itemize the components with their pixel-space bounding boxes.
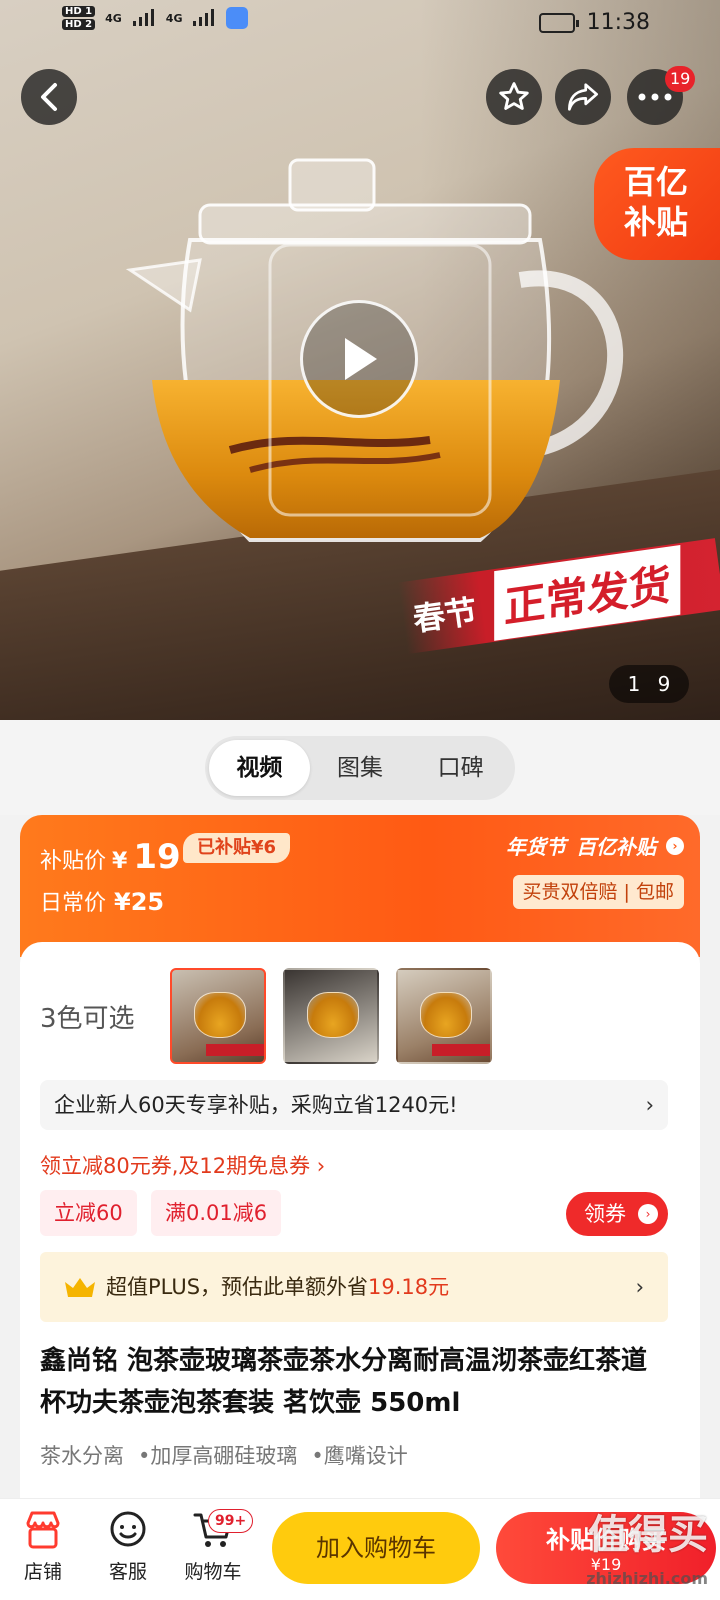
subsidy-brand-link[interactable]: 年货节 百亿补贴 › [506, 831, 684, 860]
pager-total: 9 [657, 672, 671, 696]
subsidy-price-label: 补贴价 [40, 849, 107, 874]
watermark-main: 值得买 [588, 1512, 708, 1558]
store-button[interactable]: 店铺 [8, 1509, 78, 1599]
share-icon [568, 83, 598, 111]
signal-bars-2-icon [193, 9, 215, 26]
favorite-button[interactable] [486, 69, 542, 125]
variant-pot-image [420, 992, 472, 1038]
crown-icon [65, 1278, 95, 1297]
store-icon [26, 1511, 60, 1549]
add-to-cart-button[interactable]: 加入购物车 [272, 1512, 480, 1584]
subsidy-saved-tag: 已补贴¥6 [183, 833, 291, 863]
tab-video[interactable]: 视频 [209, 740, 310, 796]
service-label: 客服 [108, 1561, 147, 1583]
subsidy-badge-line2: 补贴 [624, 203, 689, 241]
store-label: 店铺 [23, 1561, 62, 1583]
feature-item: •鹰嘴设计 [311, 1444, 408, 1468]
chevron-right-icon: › [666, 836, 684, 855]
signal1-icon: 4G [105, 11, 122, 25]
subsidy-badge-line1: 百亿 [624, 163, 689, 201]
variant-banner-strip [432, 1044, 490, 1056]
star-icon [499, 82, 529, 110]
hd1-indicator: HD 1 [62, 6, 96, 17]
product-features: 茶水分离 •加厚高硼硅玻璃 •鹰嘴设计 [40, 1440, 408, 1470]
product-hero-image[interactable]: 百亿 补贴 春节 正常发货 1 9 [0, 0, 720, 720]
more-dots-icon [638, 93, 672, 101]
regular-price-value: ¥25 [114, 888, 165, 916]
product-title: 鑫尚铭 泡茶壶玻璃茶壶茶水分离耐高温沏茶壶红茶道杯功夫茶壶泡茶套装 茗饮壶 55… [40, 1346, 648, 1418]
banner-prefix: 春节 [410, 592, 480, 639]
cart-label: 购物车 [184, 1561, 242, 1583]
get-coupon-label: 领券 [584, 1202, 626, 1226]
plus-savings-bar[interactable]: 超值PLUS，预估此单额外省19.18元 › [40, 1252, 668, 1322]
regular-price-label: 日常价 [40, 891, 107, 916]
play-video-button[interactable] [300, 300, 418, 418]
color-options-label: 3色可选 [40, 1004, 135, 1034]
enterprise-promo-text: 企业新人60天专享补贴，采购立省1240元! [54, 1093, 458, 1117]
regular-price-row: 日常价 ¥25 [40, 885, 164, 917]
plus-savings-text: 超值PLUS，预估此单额外省 [106, 1275, 369, 1299]
customer-service-button[interactable]: 客服 [93, 1509, 163, 1599]
coupon-offer-link[interactable]: 领立减80元券,及12期免息券 › [40, 1150, 325, 1180]
tab-gallery[interactable]: 图集 [310, 740, 411, 796]
status-bar: HD 1 HD 2 4G 4G 11:38 [0, 0, 720, 48]
subsidy-badge: 百亿 补贴 [594, 148, 720, 260]
currency-symbol: ¥ [112, 849, 128, 874]
variant-thumb-3[interactable] [396, 968, 492, 1064]
billion-subsidy-logo: 百亿补贴 [576, 835, 656, 859]
chevron-right-icon: › [645, 1093, 654, 1117]
message-count-badge: 19 [665, 66, 696, 92]
guarantee-tag[interactable]: 买贵双倍赔 | 包邮 [512, 875, 684, 909]
status-bar-right: 11:38 [538, 10, 650, 35]
app-notification-icon [226, 7, 249, 29]
subsidy-price-value: 19 [133, 837, 181, 877]
product-info-card: 3色可选 企业新人60天专享补贴，采购立省1240元! › 领立减80元券,及1… [20, 942, 700, 1502]
discount-tag-2: 满0.01减6 [151, 1190, 282, 1236]
back-button[interactable] [21, 69, 77, 125]
tab-reviews[interactable]: 口碑 [410, 740, 511, 796]
share-button[interactable] [555, 69, 611, 125]
site-watermark: 值得买 zhizhizhi.com [560, 1500, 720, 1600]
price-card: 补贴价 ¥ 19 已补贴¥6 日常价 ¥25 年货节 百亿补贴 › 买贵双倍赔 … [20, 815, 700, 957]
variant-thumb-1[interactable] [170, 968, 266, 1064]
battery-icon [538, 12, 579, 33]
status-bar-left: HD 1 HD 2 4G 4G [62, 6, 249, 30]
back-arrow-icon [41, 83, 57, 111]
chat-icon [110, 1511, 146, 1547]
subsidy-price-row: 补贴价 ¥ 19 [40, 837, 181, 877]
variant-thumb-2[interactable] [283, 968, 379, 1064]
discount-tag-1: 立减60 [40, 1190, 137, 1236]
watermark-site: zhizhizhi.com [586, 1569, 708, 1588]
image-pager: 1 9 [609, 665, 689, 703]
feature-item: •加厚高硼硅玻璃 [138, 1444, 298, 1468]
hd2-indicator: HD 2 [62, 19, 96, 30]
variant-pot-image [307, 992, 359, 1038]
signal-bars-icon [132, 9, 154, 26]
new-year-festival-logo: 年货节 [506, 835, 566, 859]
media-tabs-section: 视频 图集 口碑 [0, 720, 720, 815]
signal2-icon: 4G [165, 11, 183, 25]
feature-item: 茶水分离 [40, 1444, 124, 1468]
variant-banner-strip [206, 1044, 264, 1056]
enterprise-promo-bar[interactable]: 企业新人60天专享补贴，采购立省1240元! › [40, 1080, 668, 1130]
variant-pot-image [194, 992, 246, 1038]
chevron-right-icon: › [635, 1275, 644, 1299]
cart-count-badge: 99+ [208, 1509, 254, 1533]
get-coupon-button[interactable]: 领券 › [566, 1192, 668, 1236]
status-time: 11:38 [586, 10, 650, 35]
chevron-right-icon: › [638, 1204, 658, 1224]
hd-indicators: HD 1 HD 2 [62, 6, 96, 30]
media-tabs: 视频 图集 口碑 [205, 736, 515, 800]
plus-savings-amount: 19.18元 [368, 1275, 450, 1299]
product-detail-screen: 百亿 补贴 春节 正常发货 1 9 HD 1 HD 2 4G 4G 11:38 … [0, 0, 720, 1600]
play-icon [345, 338, 377, 380]
pager-current: 1 [627, 672, 641, 696]
